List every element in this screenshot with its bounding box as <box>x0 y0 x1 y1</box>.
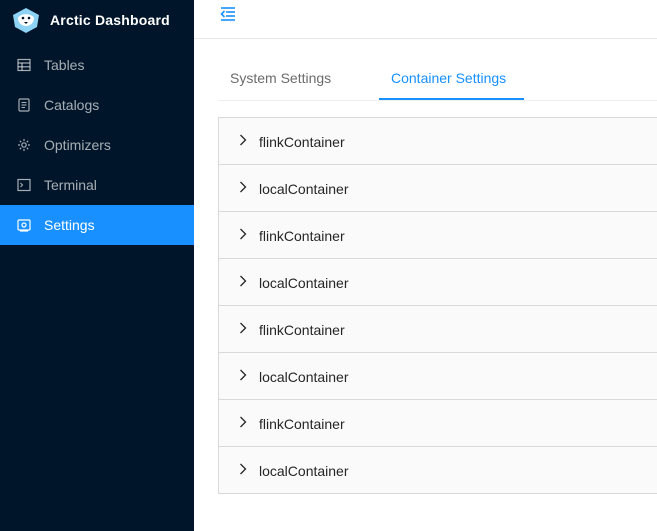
container-name: localContainer <box>259 463 349 479</box>
container-name: flinkContainer <box>259 322 345 338</box>
active-tab-indicator <box>379 98 524 100</box>
sidebar-item-label: Catalogs <box>44 97 100 113</box>
container-name: localContainer <box>259 275 349 291</box>
app-title: Arctic Dashboard <box>50 12 170 28</box>
settings-icon <box>17 219 31 232</box>
container-panel[interactable]: localContainer <box>219 447 657 494</box>
table-icon <box>17 58 31 72</box>
container-name: flinkContainer <box>259 416 345 432</box>
container-name: flinkContainer <box>259 134 345 150</box>
brand[interactable]: Arctic Dashboard <box>0 0 194 40</box>
container-name: flinkContainer <box>259 228 345 244</box>
sidebar-item-tables[interactable]: Tables <box>0 45 194 85</box>
chevron-right-icon <box>240 322 247 334</box>
tab-container-settings[interactable]: Container Settings <box>391 70 506 86</box>
sidebar-item-optimizers[interactable]: Optimizers <box>0 125 194 165</box>
menu-fold-icon[interactable] <box>220 6 236 22</box>
arctic-logo-icon <box>13 8 39 33</box>
settings-tabs: System Settings Container Settings <box>218 60 657 101</box>
container-panel[interactable]: localContainer <box>219 353 657 400</box>
tab-system-settings[interactable]: System Settings <box>230 70 331 86</box>
sidebar-item-label: Settings <box>44 217 95 233</box>
container-panel[interactable]: localContainer <box>219 259 657 306</box>
container-list: flinkContainer localContainer flinkConta… <box>218 117 657 494</box>
sidebar-menu: Tables Catalogs Optimizers Terminal Sett… <box>0 45 194 245</box>
terminal-icon <box>17 178 31 192</box>
chevron-right-icon <box>240 463 247 475</box>
top-bar <box>194 0 657 39</box>
container-panel[interactable]: flinkContainer <box>219 306 657 353</box>
container-name: localContainer <box>259 369 349 385</box>
sidebar-item-terminal[interactable]: Terminal <box>0 165 194 205</box>
catalog-icon <box>18 98 30 112</box>
container-panel[interactable]: flinkContainer <box>219 212 657 259</box>
chevron-right-icon <box>240 134 247 146</box>
container-panel[interactable]: flinkContainer <box>219 400 657 447</box>
chevron-right-icon <box>240 228 247 240</box>
sidebar-item-label: Tables <box>44 57 85 73</box>
container-panel[interactable]: localContainer <box>219 165 657 212</box>
sidebar-item-label: Terminal <box>44 177 97 193</box>
container-panel[interactable]: flinkContainer <box>219 118 657 165</box>
sidebar-item-catalogs[interactable]: Catalogs <box>0 85 194 125</box>
sidebar-item-label: Optimizers <box>44 137 111 153</box>
chevron-right-icon <box>240 275 247 287</box>
sidebar: Arctic Dashboard Tables Catalogs Optimiz… <box>0 0 194 531</box>
container-name: localContainer <box>259 181 349 197</box>
sidebar-item-settings[interactable]: Settings <box>0 205 194 245</box>
chevron-right-icon <box>240 181 247 193</box>
chevron-right-icon <box>240 369 247 381</box>
chevron-right-icon <box>240 416 247 428</box>
optimizer-icon <box>18 139 30 151</box>
